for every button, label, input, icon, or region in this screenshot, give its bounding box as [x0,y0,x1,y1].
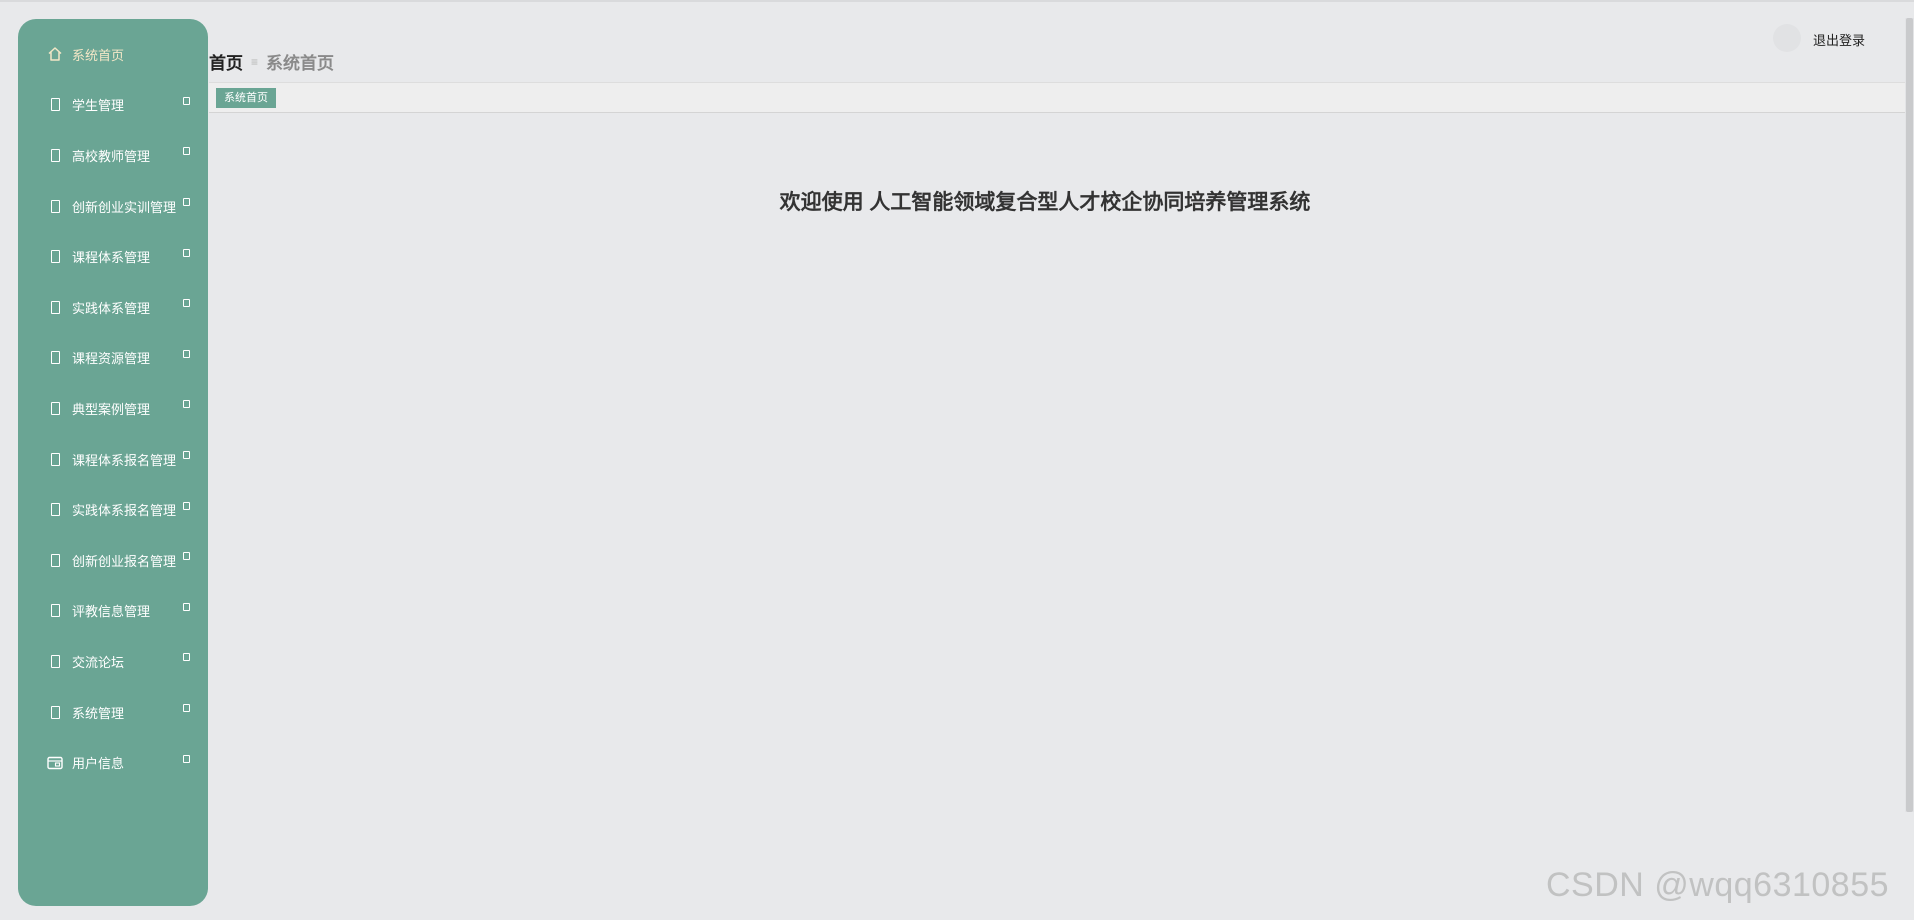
sidebar-item-practice-enrollment[interactable]: 实践体系报名管理 [18,484,208,535]
sidebar-item-label: 系统管理 [72,705,125,721]
sidebar-item-teachers[interactable]: 高校教师管理 [18,130,208,181]
box-icon [46,551,64,569]
box-icon [46,652,64,670]
box-icon [46,501,64,519]
expand-icon [183,653,190,662]
expand-icon [183,96,190,105]
expand-icon [183,754,190,763]
box-icon [46,703,64,721]
sidebar-item-course-system[interactable]: 课程体系管理 [18,231,208,282]
expand-icon [183,602,190,611]
sidebar-item-system-management[interactable]: 系统管理 [18,687,208,738]
breadcrumb-current: 系统首页 [266,54,335,73]
expand-icon [183,552,190,561]
scrollbar-thumb[interactable] [1906,18,1913,812]
sidebar-item-students[interactable]: 学生管理 [18,80,208,131]
expand-icon [183,248,190,257]
scrollbar[interactable] [1905,18,1914,812]
box-icon [46,602,64,620]
sidebar-item-course-enrollment[interactable]: 课程体系报名管理 [18,434,208,485]
sidebar-item-innovation-enrollment[interactable]: 创新创业报名管理 [18,535,208,586]
sidebar-item-label: 评教信息管理 [72,604,151,620]
breadcrumb: 首页 ≡ 系统首页 [209,49,334,74]
sidebar-item-course-resources[interactable]: 课程资源管理 [18,333,208,384]
sidebar-item-teaching-evaluation[interactable]: 评教信息管理 [18,586,208,637]
expand-icon [183,400,190,409]
sidebar-item-forum[interactable]: 交流论坛 [18,636,208,687]
expand-icon [183,704,190,713]
expand-icon [183,451,190,460]
box-icon [46,248,64,266]
tab-home[interactable]: 系统首页 [216,88,276,108]
sidebar-item-label: 学生管理 [72,98,125,114]
sidebar-item-label: 交流论坛 [72,654,125,670]
home-icon [46,45,64,63]
sidebar-item-label: 课程资源管理 [72,351,151,367]
sidebar-item-practice-system[interactable]: 实践体系管理 [18,282,208,333]
sidebar: 系统首页 学生管理 高校教师管理 创新创业实训管理 课程体系管理 实践体系管理 … [18,19,208,906]
welcome-title: 欢迎使用 人工智能领域复合型人才校企协同培养管理系统 [779,191,1311,214]
box-icon [46,96,64,114]
sidebar-item-label: 创新创业报名管理 [72,553,177,569]
box-icon [46,146,64,164]
expand-icon [183,501,190,510]
sidebar-item-home[interactable]: 系统首页 [18,29,208,80]
sidebar-item-label: 实践体系管理 [72,300,151,316]
logout-button[interactable]: 退出登录 [1813,30,1865,49]
sidebar-item-typical-cases[interactable]: 典型案例管理 [18,383,208,434]
sidebar-item-user-info[interactable]: 用户信息 [18,737,208,788]
watermark: CSDN @wqq6310855 [1546,866,1890,904]
box-icon [46,450,64,468]
sidebar-item-label: 用户信息 [72,756,125,772]
sidebar-item-label: 课程体系报名管理 [72,452,177,468]
tab-bar: 系统首页 [209,82,1906,113]
breadcrumb-home[interactable]: 首页 [209,49,243,74]
box-icon [46,349,64,367]
top-border [0,0,1914,2]
sidebar-item-label: 典型案例管理 [72,401,151,417]
breadcrumb-separator-icon: ≡ [251,54,259,69]
box-icon [46,298,64,316]
box-icon [46,399,64,417]
avatar[interactable] [1773,24,1801,52]
sidebar-item-label: 高校教师管理 [72,148,151,164]
expand-icon [183,299,190,308]
expand-icon [183,147,190,156]
sidebar-item-label: 实践体系报名管理 [72,503,177,519]
sidebar-item-label: 系统首页 [72,47,125,63]
sidebar-item-label: 课程体系管理 [72,250,151,266]
id-card-icon [46,754,64,772]
expand-icon [183,349,190,358]
